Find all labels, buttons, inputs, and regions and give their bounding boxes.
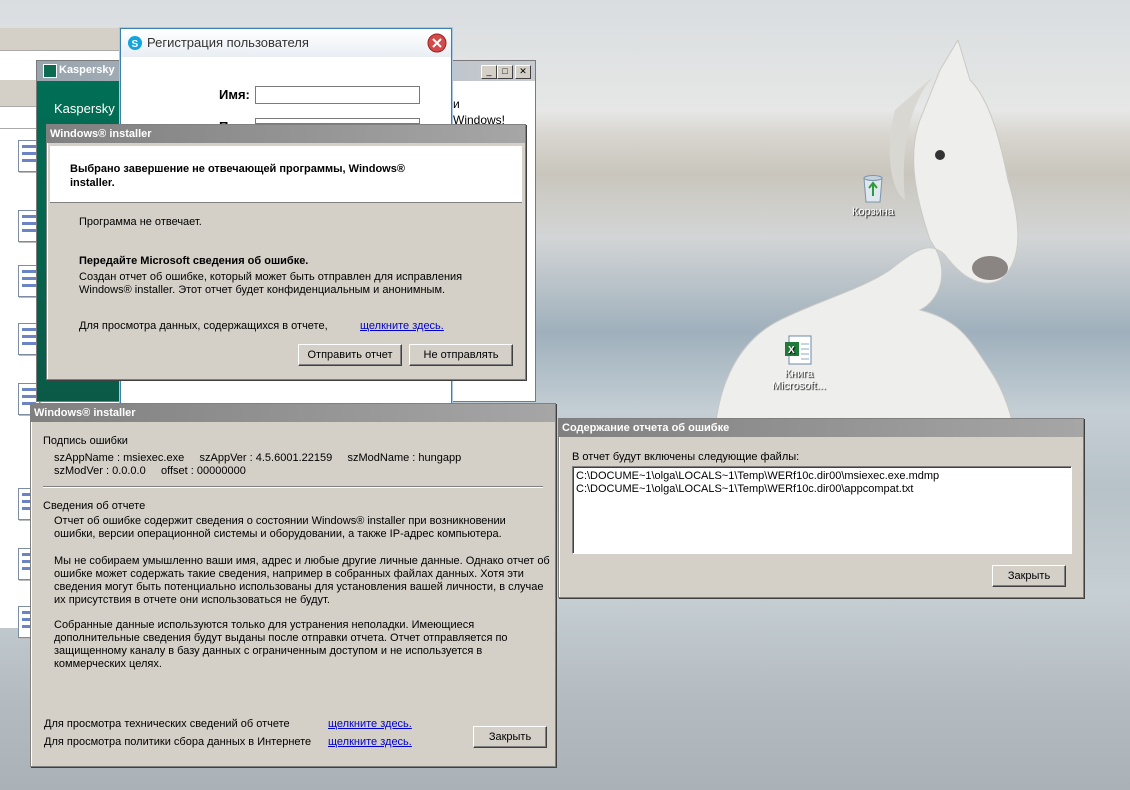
tech-info-link[interactable]: щелкните здесь. [328, 718, 412, 730]
report-contents-close-button[interactable]: Закрыть [992, 565, 1066, 587]
report-file-item[interactable]: C:\DOCUME~1\olga\LOCALS~1\Temp\WERf10c.d… [576, 470, 939, 482]
excel-file-icon: X [785, 335, 812, 365]
name-label: Имя: [219, 87, 250, 102]
wi-error-dialog: Windows® installer Выбрано завершение не… [46, 124, 526, 380]
report-contents-titlebar: Содержание отчета об ошибке [559, 419, 1083, 437]
kaspersky-brand: Kaspersky [54, 101, 115, 116]
policy-link[interactable]: щелкните здесь. [328, 736, 412, 748]
recycle-bin-icon [863, 175, 883, 203]
not-responding-text: Программа не отвечает. [79, 216, 202, 228]
wi-details-title: Windows® installer [34, 407, 136, 419]
desktop-icon-excel-book[interactable]: X Книга Microsoft... [759, 334, 839, 392]
svg-text:X: X [788, 345, 795, 356]
svg-text:S: S [132, 39, 139, 50]
minimize-button[interactable]: _ [481, 65, 497, 79]
info-p3-line: защищенному каналу в базу данных с огран… [54, 645, 483, 657]
wi-error-titlebar: Windows® installer [47, 125, 525, 143]
wi-details-dialog: Windows® installer Подпись ошибки szAppN… [30, 403, 556, 767]
info-p2-line: Мы не собираем умышленно ваши имя, адрес… [54, 555, 550, 567]
name-input[interactable] [255, 86, 420, 104]
explorer-toolbar [0, 28, 130, 51]
report-heading: Передайте Microsoft сведения об ошибке. [79, 255, 309, 267]
view-data-text: Для просмотра данных, содержащихся в отч… [79, 320, 328, 332]
report-files-list[interactable]: C:\DOCUME~1\olga\LOCALS~1\Temp\WERf10c.d… [572, 466, 1072, 554]
info-p2-line: сведения могут быть потенциально использ… [54, 581, 544, 593]
excel-book-label: Книга Microsoft... [772, 368, 826, 392]
send-report-button[interactable]: Отправить отчет [298, 344, 402, 366]
info-p1-line: Отчет об ошибке содержит сведения о сост… [54, 515, 506, 527]
recycle-bin-label: Корзина [852, 206, 894, 218]
details-close-button[interactable]: Закрыть [473, 726, 547, 748]
maximize-button[interactable]: □ [497, 65, 513, 79]
signature-line-1: szAppName : msiexec.exe szAppVer : 4.5.6… [54, 452, 462, 464]
info-p3-line: коммерческих целях. [54, 658, 162, 670]
info-p1-line: ошибки, версии операционной системы и об… [54, 528, 502, 540]
report-contents-title: Содержание отчета об ошибке [562, 422, 730, 434]
kaspersky-app-icon [43, 64, 57, 78]
info-p3-line: Собранные данные используются только для… [54, 619, 475, 631]
kaspersky-title: Kaspersky [59, 64, 115, 76]
info-heading: Сведения об отчете [43, 500, 146, 512]
info-p2-line: ошибке может содержать такие сведения, н… [54, 568, 524, 580]
kaspersky-partial-text: и [453, 97, 460, 111]
report-contents-dialog: Содержание отчета об ошибке В отчет буду… [558, 418, 1084, 598]
wi-error-headline: Выбрано завершение не отвечающей програм… [70, 163, 405, 189]
skype-icon: S [128, 36, 142, 50]
desktop-icon-recycle-bin[interactable]: Корзина [833, 172, 913, 218]
wi-error-header: Выбрано завершение не отвечающей програм… [50, 146, 522, 203]
registration-titlebar: S Регистрация пользователя [121, 29, 451, 57]
dont-send-button[interactable]: Не отправлять [409, 344, 513, 366]
wi-error-title: Windows® installer [50, 128, 152, 140]
close-icon[interactable] [427, 33, 447, 53]
policy-text: Для просмотра политики сбора данных в Ин… [44, 736, 312, 748]
tech-info-text: Для просмотра технических сведений об от… [44, 718, 290, 730]
report-text-line-2: Windows® installer. Этот отчет будет кон… [79, 284, 446, 296]
report-text-line-1: Создан отчет об ошибке, который может бы… [79, 271, 463, 283]
view-data-link[interactable]: щелкните здесь. [360, 320, 444, 332]
signature-line-2: szModVer : 0.0.0.0 offset : 00000000 [54, 465, 246, 477]
signature-heading: Подпись ошибки [43, 435, 128, 447]
registration-title: Регистрация пользователя [147, 35, 309, 50]
report-file-item[interactable]: C:\DOCUME~1\olga\LOCALS~1\Temp\WERf10c.d… [576, 483, 913, 495]
report-contents-intro: В отчет будут включены следующие файлы: [572, 451, 800, 463]
info-p3-line: дополнительные сведения будут выданы пос… [54, 632, 508, 644]
wi-details-titlebar: Windows® installer [31, 404, 555, 422]
info-p2-line: их присутствия в отчете они использовать… [54, 594, 330, 606]
close-button[interactable]: ✕ [515, 65, 531, 79]
separator [43, 486, 543, 488]
